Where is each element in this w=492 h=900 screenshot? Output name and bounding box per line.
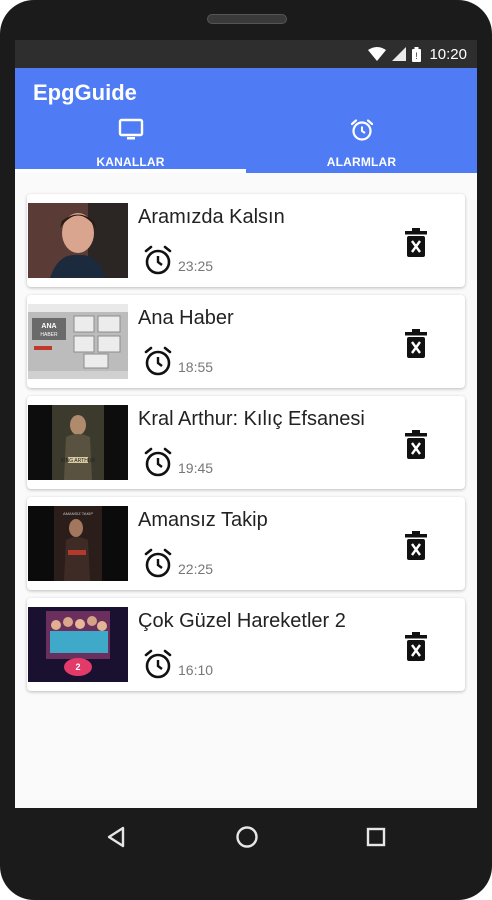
- navigation-bar: [0, 808, 492, 866]
- alarm-time: 16:10: [178, 661, 214, 678]
- trash-icon: [405, 632, 427, 661]
- alarm-time-row: 16:10: [142, 648, 213, 685]
- alarm-time-row: 18:55: [142, 345, 213, 382]
- program-thumbnail: AMANSIZ TAKIP: [28, 506, 128, 581]
- alarm-clock-icon: [142, 648, 174, 685]
- trash-icon: [405, 228, 427, 257]
- back-icon[interactable]: [106, 826, 126, 853]
- phone-frame: ! 10:20 EpgGuide KANALLAR ALARMLAR Aramı…: [0, 0, 492, 900]
- alarm-time: 22:25: [178, 560, 214, 577]
- trash-icon: [405, 430, 427, 459]
- tab-bar: KANALLAR ALARMLAR: [15, 110, 477, 173]
- tab-kanallar-label: KANALLAR: [96, 155, 165, 169]
- svg-text:AMANSIZ TAKIP: AMANSIZ TAKIP: [63, 511, 93, 516]
- svg-text:HABER: HABER: [40, 332, 58, 338]
- alarm-card[interactable]: Aramızda Kalsın 23:25: [27, 194, 465, 287]
- app-screen: ! 10:20 EpgGuide KANALLAR ALARMLAR Aramı…: [15, 40, 477, 808]
- alarm-time: 23:25: [178, 257, 214, 274]
- alarm-time: 19:45: [178, 459, 214, 476]
- wifi-icon: [368, 47, 387, 61]
- battery-icon: !: [412, 46, 422, 62]
- alarm-icon: [349, 118, 375, 147]
- program-thumbnail: [28, 203, 128, 278]
- alarm-clock-icon: [142, 446, 174, 483]
- alarm-card[interactable]: AMANSIZ TAKIP Amansız Takip 22:25: [27, 497, 465, 590]
- status-bar: ! 10:20: [15, 40, 477, 68]
- svg-text:2: 2: [75, 662, 80, 672]
- alarm-time-row: 22:25: [142, 547, 213, 584]
- program-title: Ana Haber: [138, 307, 234, 329]
- alarm-clock-icon: [142, 244, 174, 281]
- delete-button[interactable]: [403, 430, 429, 460]
- svg-text:KING ARTHUR: KING ARTHUR: [61, 458, 95, 464]
- alarm-time-row: 19:45: [142, 446, 213, 483]
- program-thumbnail: KING ARTHUR: [28, 405, 128, 480]
- recents-icon[interactable]: [366, 827, 386, 852]
- status-time: 10:20: [429, 45, 467, 63]
- trash-icon: [405, 531, 427, 560]
- app-title: EpgGuide: [33, 80, 137, 105]
- tv-icon: [118, 118, 144, 147]
- tab-alarmlar[interactable]: ALARMLAR: [246, 110, 477, 173]
- delete-button[interactable]: [403, 632, 429, 662]
- tab-indicator: [15, 169, 246, 173]
- program-thumbnail: ANA HABER: [28, 304, 128, 379]
- alarm-list: Aramızda Kalsın 23:25 ANA HABER Ana Habe…: [15, 173, 477, 691]
- speaker-grille: [207, 14, 287, 24]
- alarm-card[interactable]: ANA HABER Ana Haber 18:55: [27, 295, 465, 388]
- program-title: Amansız Takip: [138, 509, 268, 531]
- alarm-time: 18:55: [178, 358, 214, 375]
- signal-icon: [392, 47, 407, 61]
- program-thumbnail: 2: [28, 607, 128, 682]
- svg-text:ANA: ANA: [41, 323, 56, 330]
- svg-text:!: !: [416, 51, 419, 61]
- app-bar: EpgGuide KANALLAR ALARMLAR: [15, 68, 477, 173]
- delete-button[interactable]: [403, 329, 429, 359]
- alarm-time-row: 23:25: [142, 244, 213, 281]
- tab-alarmlar-label: ALARMLAR: [326, 155, 397, 169]
- home-icon[interactable]: [235, 825, 259, 854]
- alarm-card[interactable]: 2 Çok Güzel Hareketler 2 16:10: [27, 598, 465, 691]
- program-title: Çok Güzel Hareketler 2: [138, 610, 346, 632]
- tab-kanallar[interactable]: KANALLAR: [15, 110, 246, 173]
- program-title: Aramızda Kalsın: [138, 206, 285, 228]
- alarm-clock-icon: [142, 547, 174, 584]
- alarm-clock-icon: [142, 345, 174, 382]
- program-title: Kral Arthur: Kılıç Efsanesi: [138, 408, 365, 430]
- delete-button[interactable]: [403, 531, 429, 561]
- delete-button[interactable]: [403, 228, 429, 258]
- alarm-card[interactable]: KING ARTHUR Kral Arthur: Kılıç Efsanesi: [27, 396, 465, 489]
- trash-icon: [405, 329, 427, 358]
